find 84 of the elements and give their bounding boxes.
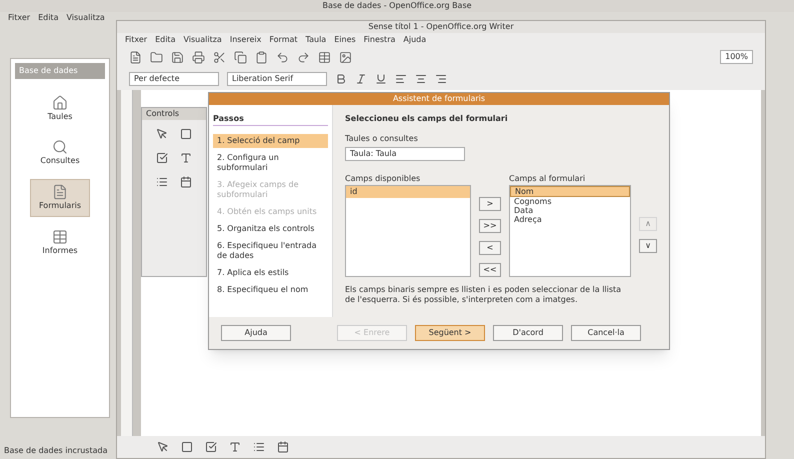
dialog-button[interactable]: Ajuda xyxy=(221,325,291,341)
menu-item[interactable]: Fitxer xyxy=(8,12,30,24)
steps-heading: Passos xyxy=(213,113,328,126)
text-icon[interactable] xyxy=(229,441,241,453)
step-item[interactable]: 5. Organitza els controls xyxy=(213,222,328,236)
step-item[interactable]: 6. Especifiqueu l'entrada de dades xyxy=(213,239,328,263)
menu-item[interactable]: Ajuda xyxy=(403,34,426,46)
italic-icon[interactable] xyxy=(355,73,367,85)
step-item[interactable]: 1. Selecció del camp xyxy=(213,134,328,148)
folder-icon[interactable] xyxy=(150,50,163,64)
page-heading: Seleccioneu els camps del formulari xyxy=(345,113,509,125)
menu-item[interactable]: Edita xyxy=(38,12,58,24)
move-button[interactable]: >> xyxy=(479,219,501,233)
field-label: Camps al formulari xyxy=(509,173,586,185)
dialog-button[interactable]: Següent > xyxy=(415,325,485,341)
style-field[interactable]: Per defecte xyxy=(129,72,219,86)
clipboard-icon[interactable] xyxy=(255,50,268,64)
text-icon[interactable] xyxy=(180,152,192,164)
menu-item[interactable]: Edita xyxy=(155,34,176,46)
dialog-button[interactable]: D'acord xyxy=(493,325,563,341)
menu-item[interactable]: Taula xyxy=(306,34,326,46)
scissors-icon[interactable] xyxy=(213,50,226,64)
menu-item[interactable]: Format xyxy=(269,34,298,46)
list-item[interactable]: Adreça xyxy=(510,215,630,224)
move-button[interactable]: < xyxy=(479,241,501,255)
underline-icon[interactable] xyxy=(375,73,387,85)
pointer-icon[interactable] xyxy=(157,441,169,453)
pointer-icon[interactable] xyxy=(156,128,168,140)
menu-item[interactable]: Eines xyxy=(334,34,356,46)
dialog-title: Assistent de formularis xyxy=(392,93,486,105)
sidebar-item[interactable]: Consultes xyxy=(30,135,90,171)
square-icon[interactable] xyxy=(181,441,193,453)
form-fields-list[interactable]: Nom Cognoms Data Adreça xyxy=(509,185,631,277)
table-icon xyxy=(52,229,68,245)
field-label: Camps disponibles xyxy=(345,173,422,185)
move-button[interactable]: > xyxy=(479,197,501,211)
menu-item[interactable]: Visualitza xyxy=(183,34,222,46)
square-icon[interactable] xyxy=(180,128,192,140)
move-button[interactable]: << xyxy=(479,263,501,277)
align-right-icon[interactable] xyxy=(435,73,447,85)
house-icon xyxy=(52,95,68,111)
undo-icon[interactable] xyxy=(276,50,289,64)
printer-icon[interactable] xyxy=(192,50,205,64)
document-icon xyxy=(52,184,68,200)
list-item[interactable]: id xyxy=(346,186,470,198)
sidebar-header: Base de dades xyxy=(15,63,105,79)
menu-item[interactable]: Visualitza xyxy=(66,12,105,24)
step-item[interactable]: 7. Aplica els estils xyxy=(213,266,328,280)
sidebar-item[interactable]: Formularis xyxy=(30,179,90,217)
toolbar-title: Controls xyxy=(142,108,206,120)
window-title: Sense títol 1 - OpenOffice.org Writer xyxy=(368,21,514,33)
list-item[interactable]: Nom xyxy=(510,186,630,197)
save-icon[interactable] xyxy=(171,50,184,64)
calendar-icon[interactable] xyxy=(277,441,289,453)
zoom-field[interactable]: 100% xyxy=(720,50,753,64)
checkbox-icon[interactable] xyxy=(205,441,217,453)
list-item[interactable]: Data xyxy=(510,206,630,215)
sidebar-item[interactable]: Informes xyxy=(30,225,90,261)
table-icon[interactable] xyxy=(318,50,331,64)
menu-item[interactable]: Insereix xyxy=(230,34,262,46)
bold-icon[interactable] xyxy=(335,73,347,85)
menu-item[interactable]: Finestra xyxy=(364,34,396,46)
checkbox-icon[interactable] xyxy=(156,152,168,164)
calendar-icon[interactable] xyxy=(180,176,192,188)
table-dropdown[interactable]: Taula: Taula xyxy=(345,147,465,161)
window-title: Base de dades - OpenOffice.org Base xyxy=(322,0,472,12)
dialog-button[interactable]: Cancel·la xyxy=(571,325,641,341)
step-item[interactable]: 2. Configura un subformulari xyxy=(213,151,328,175)
image-icon[interactable] xyxy=(339,50,352,64)
order-button[interactable]: ∨ xyxy=(639,239,657,253)
list-item[interactable]: Cognoms xyxy=(510,197,630,206)
note-text: Els camps binaris sempre es llisten i es poden seleccionar de la llista de l'esquerra. Si és possible, s'interpreten com a imatges. xyxy=(345,285,622,305)
magnifier-icon xyxy=(52,139,68,155)
align-left-icon[interactable] xyxy=(395,73,407,85)
step-item[interactable]: 8. Especifiqueu el nom xyxy=(213,283,328,297)
available-fields-list[interactable]: id xyxy=(345,185,471,277)
font-field[interactable]: Liberation Serif xyxy=(227,72,327,86)
document-icon[interactable] xyxy=(129,50,142,64)
sidebar-item[interactable]: Taules xyxy=(30,91,90,127)
redo-icon[interactable] xyxy=(297,50,310,64)
align-center-icon[interactable] xyxy=(415,73,427,85)
copy-icon[interactable] xyxy=(234,50,247,64)
field-label: Taules o consultes xyxy=(345,133,419,145)
menu-item[interactable]: Fitxer xyxy=(125,34,148,46)
